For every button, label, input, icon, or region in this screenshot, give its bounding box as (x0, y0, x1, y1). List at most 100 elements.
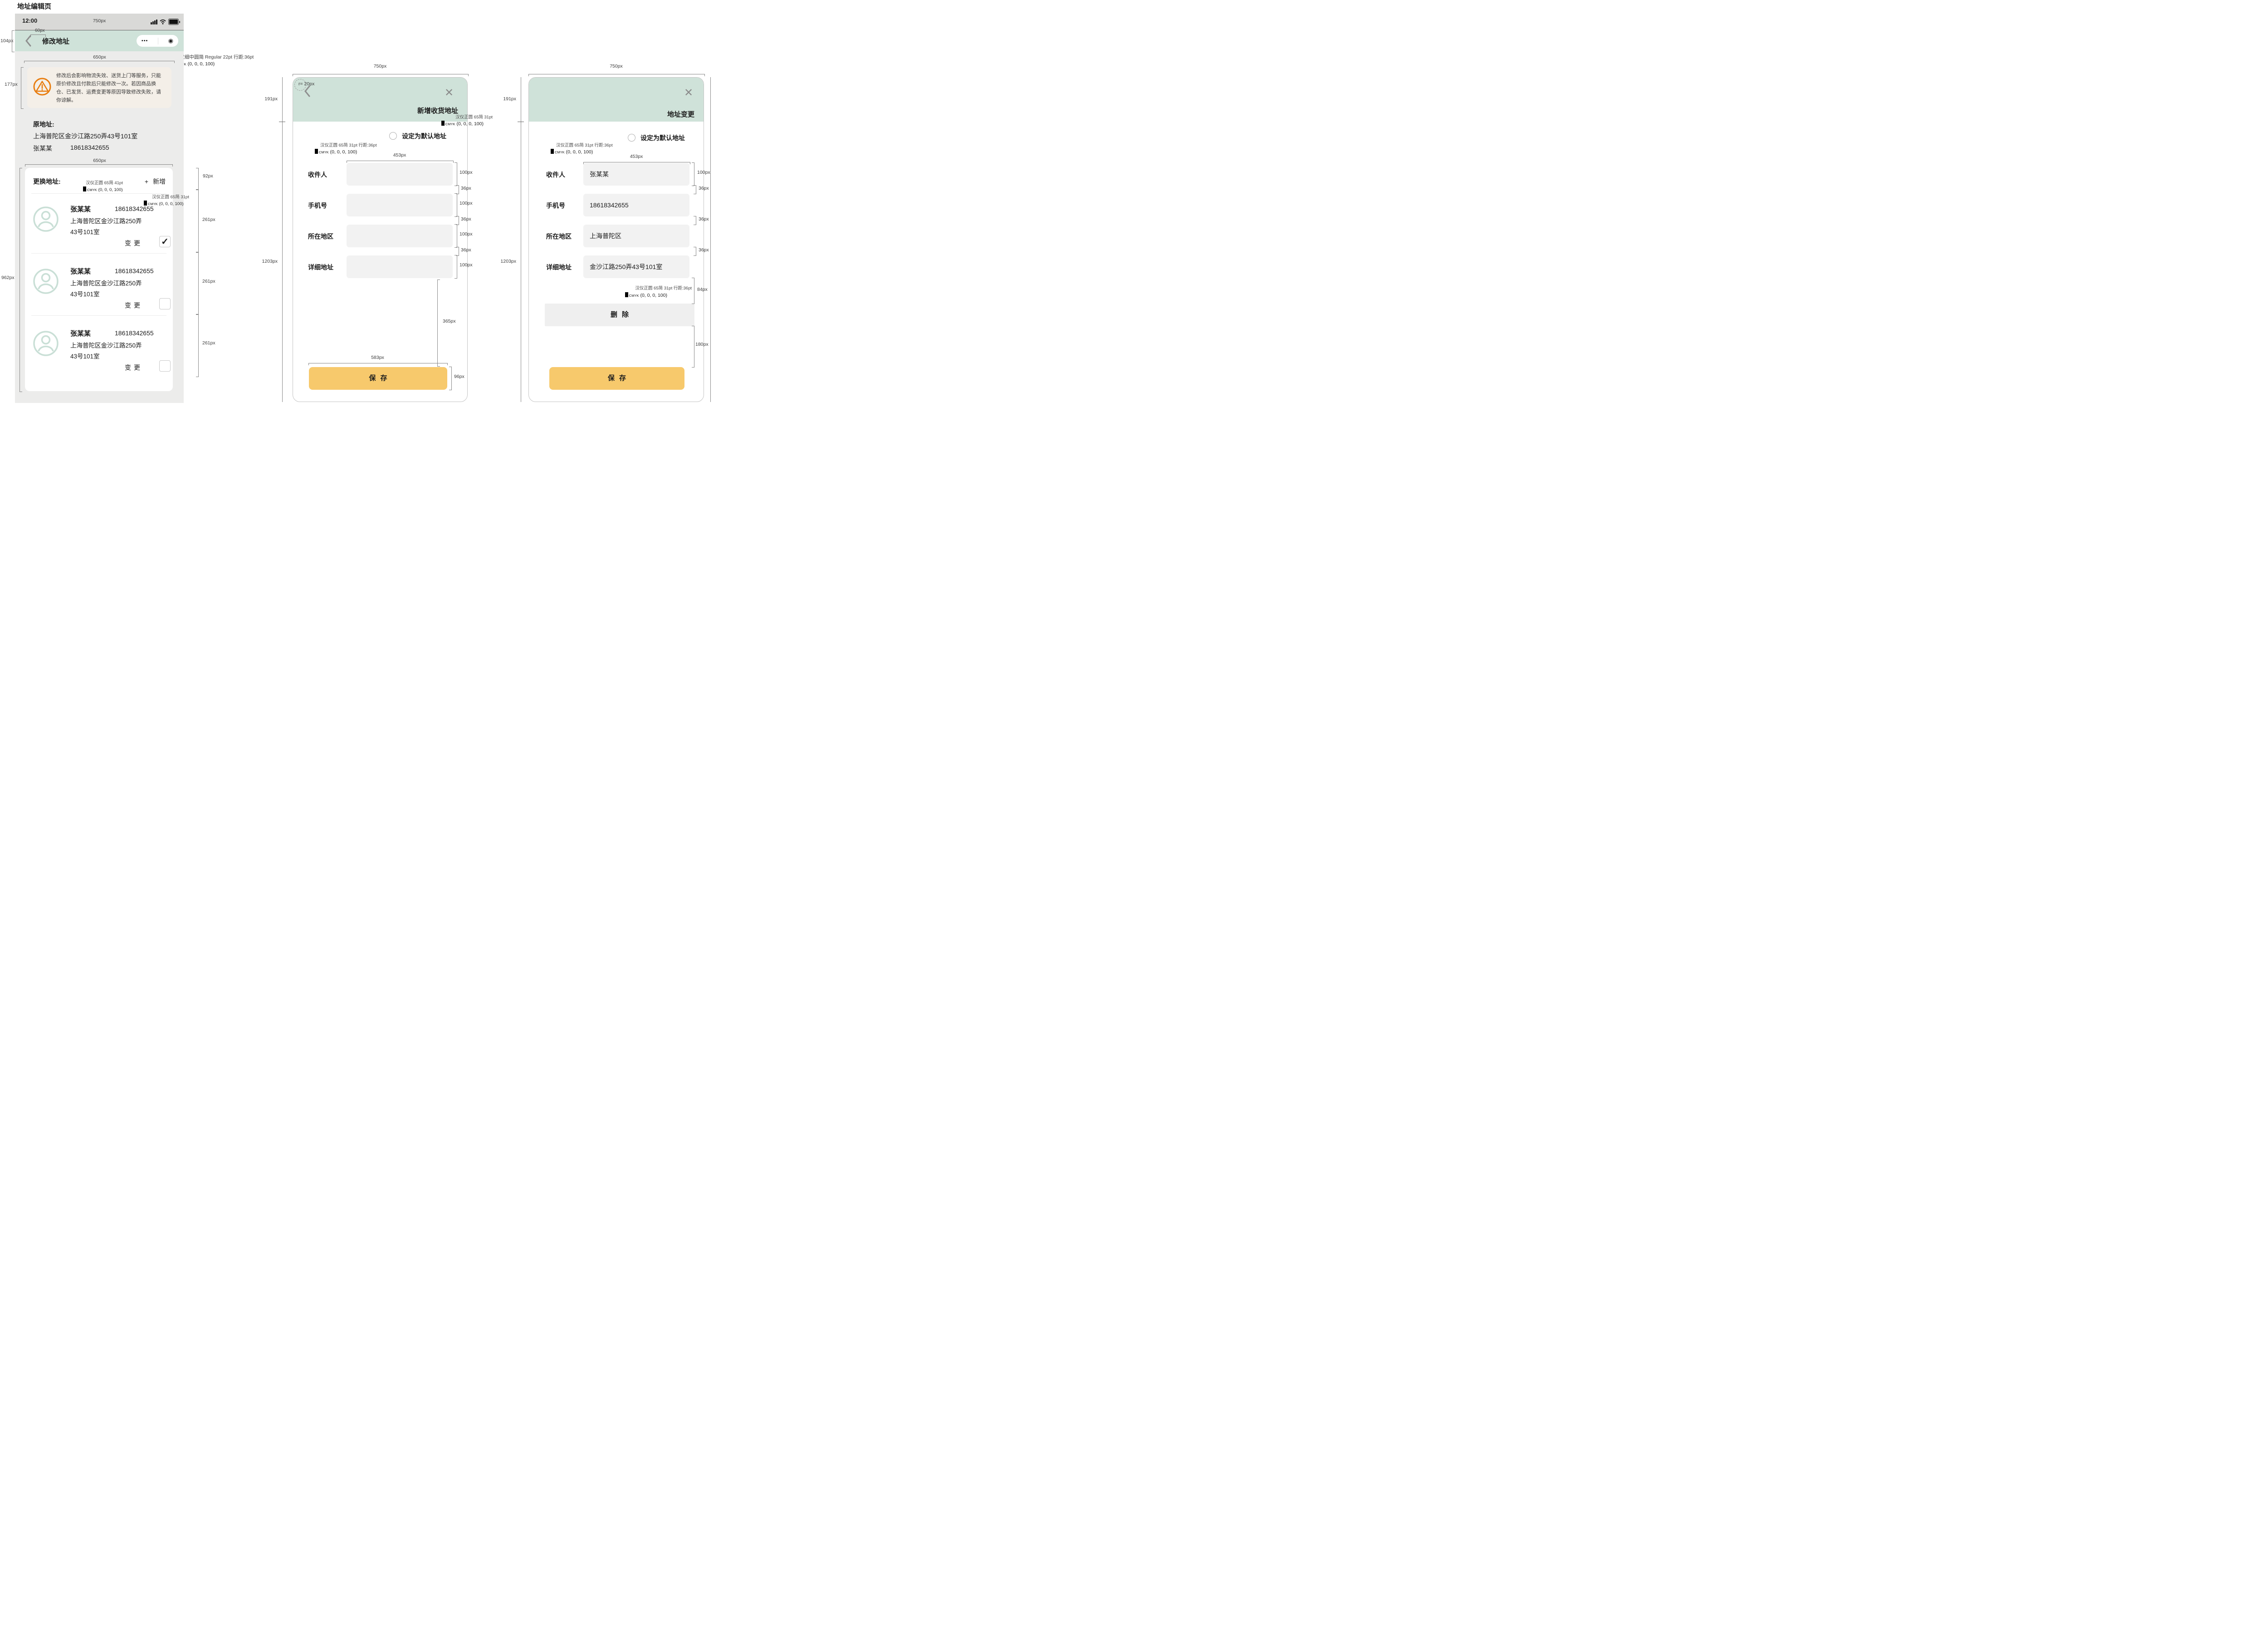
change-button[interactable]: 变更 (125, 301, 143, 310)
save-button[interactable]: 保存 (549, 367, 684, 390)
measure-bracket (456, 185, 459, 194)
sheet-header: ✕ 地址变更 (529, 78, 704, 122)
select-checkbox-checked[interactable]: ✓ (159, 236, 171, 247)
default-address-radio[interactable] (389, 132, 397, 140)
divider (31, 315, 166, 316)
contact-phone: 18618342655 (115, 267, 154, 275)
region-input[interactable] (347, 225, 453, 247)
default-address-radio[interactable] (628, 134, 635, 142)
cmyk-annotation: CMYK(0, 0, 0, 100) (361, 119, 484, 128)
warning-icon (33, 77, 52, 96)
detail-address-input[interactable] (347, 255, 453, 278)
original-contact-phone: 18618342655 (70, 144, 109, 151)
avatar-icon (33, 206, 59, 232)
dim-cardheader-92: 92px (203, 173, 213, 179)
dim-warning-650: 650px (21, 54, 178, 60)
measure-bracket (692, 162, 694, 186)
capsule-target-icon[interactable]: ◉ (168, 37, 173, 44)
battery-icon (168, 19, 180, 25)
nav-title: 修改地址 (42, 36, 69, 46)
original-contact-name: 张某某 (33, 144, 52, 153)
dim-content-1203: 1203px (487, 259, 516, 264)
address-list-item: 张某某 18618342655 上海普陀区金沙江路250弄 43号101室 变更 (25, 265, 173, 322)
add-address-label: 新增 (153, 178, 166, 185)
miniprogram-capsule: ••• ◉ (137, 35, 178, 47)
dim-gap-36: 36px (461, 216, 471, 222)
measure-bracket (20, 168, 22, 392)
dim-gap-84: 84px (697, 287, 708, 292)
measure-bracket (455, 224, 457, 248)
measure-bracket (12, 30, 15, 52)
dim-gap-36: 36px (699, 216, 709, 222)
address-list-item: 张某某 18618342655 上海普陀区金沙江路250弄 43号101室 变更… (25, 202, 173, 260)
font-annotation-31pt: 汉仪正圆 65简 31pt (370, 113, 493, 120)
dim-button-96: 96px (454, 374, 464, 379)
address-line1: 上海普陀区金沙江路250弄 (70, 278, 142, 287)
nav-bar: 修改地址 ••• ◉ (15, 30, 184, 51)
measure-bracket (455, 162, 457, 186)
dim-gap-180: 180px (695, 342, 709, 347)
dim-width-750: 750px (528, 64, 704, 69)
phone-input[interactable] (347, 194, 453, 216)
menu-dots-icon[interactable]: ••• (142, 38, 148, 44)
measure-bracket (30, 34, 46, 37)
dim-button-583: 583px (308, 355, 447, 360)
font-annotation-41pt: 汉仪正圆 65简 41pt (86, 179, 123, 186)
dim-item-261: 261px (202, 340, 215, 346)
dim-field-100: 100px (697, 170, 710, 175)
sheet-title: 地址变更 (667, 109, 694, 119)
close-icon[interactable]: ✕ (684, 88, 693, 98)
back-icon[interactable] (304, 85, 311, 98)
dim-back-60: 60px (35, 28, 45, 33)
dim-header-191: 191px (493, 96, 516, 102)
close-icon[interactable]: ✕ (445, 88, 454, 98)
dim-input-453: 453px (583, 154, 689, 159)
add-address-button[interactable]: + 新增 (145, 177, 166, 186)
recipient-input[interactable] (347, 163, 453, 186)
save-button[interactable]: 保存 (309, 367, 447, 390)
cmyk-annotation: CMYK(0, 0, 0, 100) (583, 291, 667, 299)
change-button[interactable]: 变更 (125, 363, 143, 372)
default-address-label: 设定为默认地址 (402, 132, 446, 141)
measure-bracket (528, 74, 705, 76)
recipient-input[interactable]: 张某某 (583, 163, 689, 186)
warning-banner: 修改后会影响物流失效、送货上门等服务，只能原价修改且付款后只能修改一次。若因商品… (27, 67, 171, 108)
divider (31, 253, 166, 254)
warning-text: 修改后会影响物流失效、送货上门等服务，只能原价修改且付款后只能修改一次。若因商品… (55, 67, 171, 108)
phone-input[interactable]: 18618342655 (583, 194, 689, 216)
delete-button[interactable]: 删除 (545, 304, 694, 326)
dim-field-100: 100px (459, 262, 473, 268)
measure-bracket (25, 164, 173, 167)
dim-gap-36: 36px (699, 186, 709, 191)
dim-header-191: 191px (254, 96, 278, 102)
measure-bracket (449, 367, 452, 390)
measure-bracket (694, 216, 696, 225)
measure-bracket (455, 193, 457, 217)
measure-bracket (437, 280, 440, 367)
measure-bracket (694, 247, 696, 256)
region-input[interactable]: 上海普陀区 (583, 225, 689, 247)
change-button[interactable]: 变更 (125, 239, 143, 248)
dim-card-962: 962px (1, 275, 15, 280)
dim-space-365: 365px (443, 319, 456, 324)
contact-phone: 18618342655 (115, 205, 154, 212)
measure-bracket (455, 255, 457, 279)
cmyk-value: (0, 0, 0, 100) (188, 61, 215, 67)
measure-bracket (456, 216, 459, 225)
original-address-label: 原地址: (33, 120, 54, 129)
measure-bracket (196, 168, 199, 190)
font-annotation-31pt-lh: 汉仪正圆 65简 31pt 行距:36pt (556, 142, 613, 148)
select-checkbox[interactable] (159, 360, 171, 372)
select-checkbox[interactable] (159, 298, 171, 309)
screen-add-address: r= 20px ✕ 新增收货地址 汉仪正圆 65简 31pt CMYK(0, 0… (293, 77, 468, 402)
dim-content-1203: 1203px (249, 259, 278, 264)
dim-card-650: 650px (21, 158, 178, 163)
address-line2: 43号101室 (70, 227, 100, 236)
default-address-label: 设定为默认地址 (640, 133, 685, 142)
measure-bracket (24, 61, 175, 63)
dim-gap-36: 36px (699, 247, 709, 253)
color-swatch-icon (315, 149, 318, 154)
detail-address-input[interactable]: 金沙江路250弄43号101室 (583, 255, 689, 278)
status-icons (151, 19, 180, 25)
dim-field-100: 100px (459, 231, 473, 237)
